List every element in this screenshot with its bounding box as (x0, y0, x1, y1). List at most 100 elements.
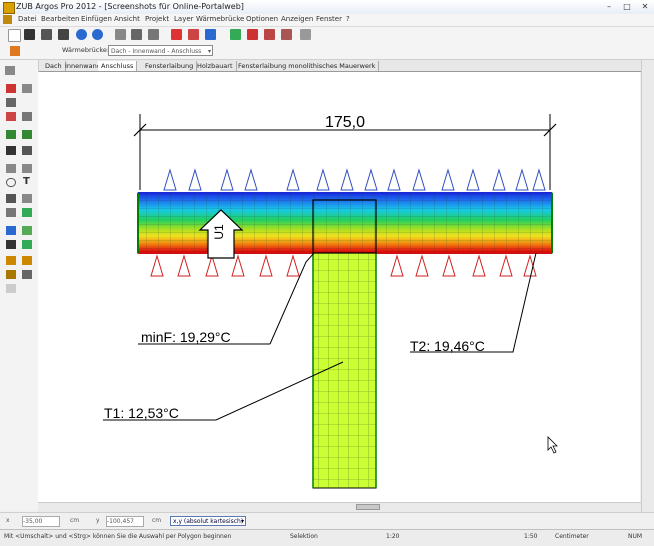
save-as-icon[interactable] (41, 29, 52, 40)
pointer-tool-icon[interactable] (10, 46, 20, 56)
slab-mesh (138, 193, 552, 253)
isotherm-icon[interactable] (281, 29, 292, 40)
save-icon[interactable] (24, 29, 35, 40)
thermal-bridge-drawing: 175,0 U1 minF: 19,29°C T2: 19,46°C T1: 1… (103, 114, 558, 489)
eraser-icon[interactable] (6, 84, 16, 93)
tab-holzbauart[interactable]: Holzbauart (194, 61, 237, 71)
mirror-icon[interactable] (22, 240, 32, 249)
zoom-window-icon[interactable] (131, 29, 142, 40)
text-tool-icon[interactable]: T (23, 176, 30, 187)
rect-dark-icon[interactable] (6, 146, 16, 155)
x-unit: cm (70, 517, 80, 524)
menu-ansicht[interactable]: Ansicht (114, 15, 140, 23)
layer-icon[interactable] (171, 29, 182, 40)
dimension-label: 175,0 (325, 114, 365, 131)
zoom-fit-icon[interactable] (148, 29, 159, 40)
menu-waermebruecke[interactable]: Wärmebrücke (196, 15, 244, 23)
calculate-icon[interactable] (205, 29, 216, 40)
status-zoom: 1:20 (386, 533, 400, 540)
polyline-icon[interactable] (22, 164, 32, 173)
document-icon[interactable] (3, 15, 12, 24)
tab-fensterlaibung-mauerwerk[interactable]: Fensterlaibung monolithisches Mauerwerk (235, 61, 380, 71)
boundary-green-icon[interactable] (22, 226, 32, 235)
combo-value: Dach - Innenwand - Anschluss (111, 48, 202, 55)
vertical-scrollbar[interactable] (641, 60, 654, 512)
status-mode: Selektion (290, 533, 318, 540)
x-label: x (6, 517, 10, 524)
mouse-cursor-icon (547, 436, 558, 454)
arrow-tool-icon[interactable] (22, 112, 32, 121)
y-label: y (96, 517, 100, 524)
align-icon[interactable] (6, 208, 16, 217)
hatch-icon[interactable] (22, 194, 32, 203)
result-icon[interactable] (264, 29, 275, 40)
min-f-label: minF: 19,29°C (141, 329, 231, 345)
horizontal-scrollbar[interactable] (38, 502, 641, 512)
menu-bar: Datei Bearbeiten Einfügen Ansicht Projek… (0, 14, 654, 27)
y-coordinate-field[interactable]: -100,457 (106, 516, 144, 527)
circle-icon[interactable] (6, 178, 16, 187)
y-unit: cm (152, 517, 162, 524)
menu-projekt[interactable]: Projekt (145, 15, 169, 23)
coordinate-system-select[interactable]: x,y (absolut kartesisch) ▾ (170, 516, 246, 526)
maximize-button[interactable]: □ (618, 1, 636, 12)
dimension-icon[interactable] (6, 194, 16, 203)
temperature-icon[interactable] (6, 256, 16, 265)
line-icon[interactable] (6, 164, 16, 173)
heat-icon[interactable] (22, 256, 32, 265)
disabled-tool-icon (6, 284, 16, 293)
minimize-button[interactable]: – (600, 1, 618, 12)
status-bar: Mit <Umschalt> und <Strg> können Sie die… (0, 529, 654, 546)
close-button[interactable]: ✕ (636, 1, 654, 12)
menu-fenster[interactable]: Fenster (316, 15, 342, 23)
status-scale: 1:50 (524, 533, 538, 540)
material-icon[interactable] (188, 29, 199, 40)
boundary-icon[interactable] (247, 29, 258, 40)
x-coordinate-field[interactable]: -35,00 (22, 516, 60, 527)
rect-dark2-icon[interactable] (22, 146, 32, 155)
chevron-down-icon: ▾ (207, 48, 211, 55)
print-icon[interactable] (58, 29, 69, 40)
select-arrow-icon[interactable] (5, 66, 15, 75)
tab-fensterlaibung[interactable]: Fensterlaibung (142, 61, 198, 71)
redo-icon[interactable] (92, 29, 103, 40)
rect-green-icon[interactable] (6, 130, 16, 139)
zoom-icon[interactable] (115, 29, 126, 40)
rect-green2-icon[interactable] (22, 130, 32, 139)
tab-anschluss[interactable]: Anschluss (98, 61, 138, 71)
menu-datei[interactable]: Datei (18, 15, 37, 23)
menu-help[interactable]: ? (346, 15, 350, 23)
grid-icon[interactable] (22, 270, 32, 279)
flux-icon[interactable] (6, 226, 16, 235)
menu-layer[interactable]: Layer (174, 15, 194, 23)
report-icon[interactable] (300, 29, 311, 40)
new-file-icon[interactable] (8, 29, 21, 42)
tool-palette: T (0, 60, 39, 510)
chevron-down-icon: ▾ (240, 518, 244, 525)
combo-label: Wärmebrücke: (62, 46, 110, 54)
menu-optionen[interactable]: Optionen (246, 15, 278, 23)
drawing-tabs: Dach Innenwand Anschluss Fensterlaibung … (38, 60, 654, 72)
thermal-bridge-select[interactable]: Dach - Innenwand - Anschluss ▾ (108, 45, 213, 56)
menu-einfuegen[interactable]: Einfügen (81, 15, 112, 23)
menu-anzeigen[interactable]: Anzeigen (281, 15, 313, 23)
status-num: NUM (628, 533, 643, 540)
window-title: ZUB Argos Pro 2012 - [Screenshots für On… (16, 2, 244, 11)
drawing-canvas[interactable]: 175,0 U1 minF: 19,29°C T2: 19,46°C T1: 1… (38, 72, 640, 510)
app-icon (3, 2, 15, 14)
measure-icon[interactable] (6, 112, 16, 121)
menu-bearbeiten[interactable]: Bearbeiten (41, 15, 79, 23)
cold-boundary-markers (163, 168, 546, 191)
cs-value: x,y (absolut kartesisch) (173, 518, 244, 525)
minF-leader (269, 252, 315, 345)
scroll-thumb[interactable] (356, 504, 380, 510)
node-icon[interactable] (6, 98, 16, 107)
isoline-icon[interactable] (6, 270, 16, 279)
coordinate-bar: x -35,00 cm y -100,457 cm x,y (absolut k… (0, 512, 654, 529)
t1-label: T1: 12,53°C (104, 405, 179, 421)
undo-icon[interactable] (76, 29, 87, 40)
copy-icon[interactable] (6, 240, 16, 249)
mesh-icon[interactable] (230, 29, 241, 40)
pen-icon[interactable] (22, 84, 32, 93)
material-fill-icon[interactable] (22, 208, 32, 217)
